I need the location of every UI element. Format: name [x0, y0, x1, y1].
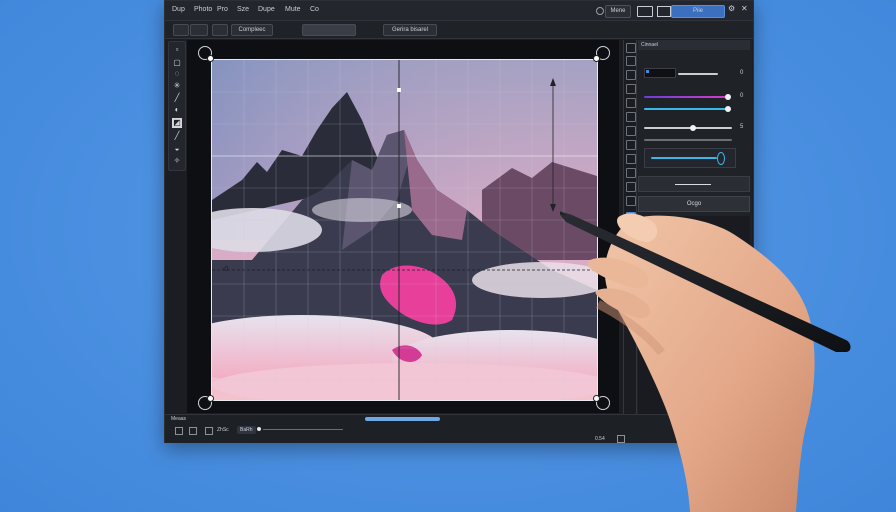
close-icon[interactable]: ✕: [741, 4, 748, 13]
pen-tool-icon[interactable]: ╱: [172, 93, 182, 103]
menu-item-4[interactable]: Dupe: [258, 6, 275, 13]
status-label-1: ZhSc: [217, 427, 229, 433]
status-label-2[interactable]: BaRh: [237, 426, 256, 434]
status-label-0: Meaas: [171, 416, 187, 422]
rotate-icon[interactable]: [205, 427, 213, 435]
options-bar: Compleec Gerira bisarel: [165, 21, 753, 39]
channels-icon[interactable]: [626, 126, 636, 136]
transform-handle-tl[interactable]: [207, 55, 214, 62]
eyedropper-tool-icon[interactable]: ✧: [172, 156, 182, 166]
guide-marker: -0: [222, 266, 229, 273]
menu-item-3[interactable]: Sze: [237, 6, 249, 13]
slider-3-value: 5: [740, 124, 744, 130]
swatch-dot: [646, 70, 649, 73]
transform-handle-tr[interactable]: [593, 55, 600, 62]
screen-icon[interactable]: [637, 6, 653, 17]
opacity-slider-track[interactable]: [644, 139, 732, 141]
slider-2-value: 0: [740, 93, 744, 99]
tool-preset-icon[interactable]: [173, 24, 189, 36]
panel-header: Cinnael: [638, 40, 750, 50]
timeline-knob[interactable]: [257, 427, 261, 431]
swatches-icon[interactable]: [626, 98, 636, 108]
color-icon[interactable]: [626, 84, 636, 94]
settings-icon[interactable]: ⚙: [728, 4, 735, 13]
piie-button[interactable]: Piie: [671, 5, 725, 18]
saturation-slider-track[interactable]: [644, 108, 726, 110]
menu-item-5[interactable]: Mute: [285, 6, 301, 13]
info-icon[interactable]: [626, 168, 636, 178]
size-slider-track[interactable]: [644, 127, 732, 129]
menu-item-6[interactable]: Co: [310, 6, 319, 13]
gradient-tool-icon[interactable]: ◒: [172, 144, 182, 154]
layers-icon[interactable]: [626, 43, 636, 53]
mode-icon[interactable]: [190, 24, 208, 36]
brush-size-icon[interactable]: [212, 24, 228, 36]
brush-tool-icon[interactable]: ◐: [172, 105, 182, 115]
paths-icon[interactable]: [626, 140, 636, 150]
opacity-field[interactable]: [302, 24, 356, 36]
mountain-artwork: [212, 60, 597, 400]
blend-dropdown[interactable]: Compleec: [231, 24, 273, 36]
move-tool-icon[interactable]: ▫: [172, 45, 182, 55]
flow-control[interactable]: [644, 148, 736, 168]
fit-icon[interactable]: [189, 427, 197, 435]
hue-slider-knob[interactable]: [725, 94, 731, 100]
slider-1-value: 0: [740, 70, 744, 76]
name-field[interactable]: Gerira bisarel: [383, 24, 437, 36]
horizontal-scrollbar[interactable]: [365, 417, 440, 421]
menu-item-1[interactable]: Photo: [194, 6, 212, 13]
timeline-track[interactable]: [263, 429, 343, 430]
marquee-tool-icon[interactable]: ▢: [172, 58, 182, 68]
magic-wand-icon[interactable]: ✳: [172, 81, 182, 91]
zoom-icon[interactable]: [175, 427, 183, 435]
mene-button[interactable]: Mene: [605, 5, 631, 18]
layout-icon[interactable]: [657, 6, 671, 17]
hue-slider-track[interactable]: [644, 96, 726, 98]
slider-1-track[interactable]: [678, 73, 718, 75]
saturation-slider-knob[interactable]: [725, 106, 731, 112]
flow-slider-track[interactable]: [651, 157, 717, 159]
menu-item-0[interactable]: Dup: [172, 6, 185, 13]
size-slider-knob[interactable]: [690, 125, 696, 131]
menu-bar: Dup Photo Pro Sze Dupe Mute Co Mene Piie…: [165, 1, 753, 21]
image-canvas[interactable]: [211, 59, 598, 401]
history-icon[interactable]: [626, 112, 636, 122]
menu-item-2[interactable]: Pro: [217, 6, 228, 13]
hand-with-stylus: [560, 211, 851, 512]
brush-settings-icon[interactable]: [626, 70, 636, 80]
styles-icon[interactable]: [626, 154, 636, 164]
record-icon[interactable]: [596, 7, 604, 15]
transform-handle-bl[interactable]: [207, 395, 214, 402]
pencil-tool-icon[interactable]: ╱: [172, 131, 182, 141]
lasso-tool-icon[interactable]: ◌: [172, 69, 182, 79]
flow-slider-knob[interactable]: [717, 152, 725, 165]
adjust-icon[interactable]: [626, 56, 636, 66]
eraser-tool-icon[interactable]: ◩: [172, 118, 182, 128]
tools-panel: ▫ ▢ ◌ ✳ ╱ ◐ ◩ ╱ ◒ ✧: [168, 41, 186, 171]
